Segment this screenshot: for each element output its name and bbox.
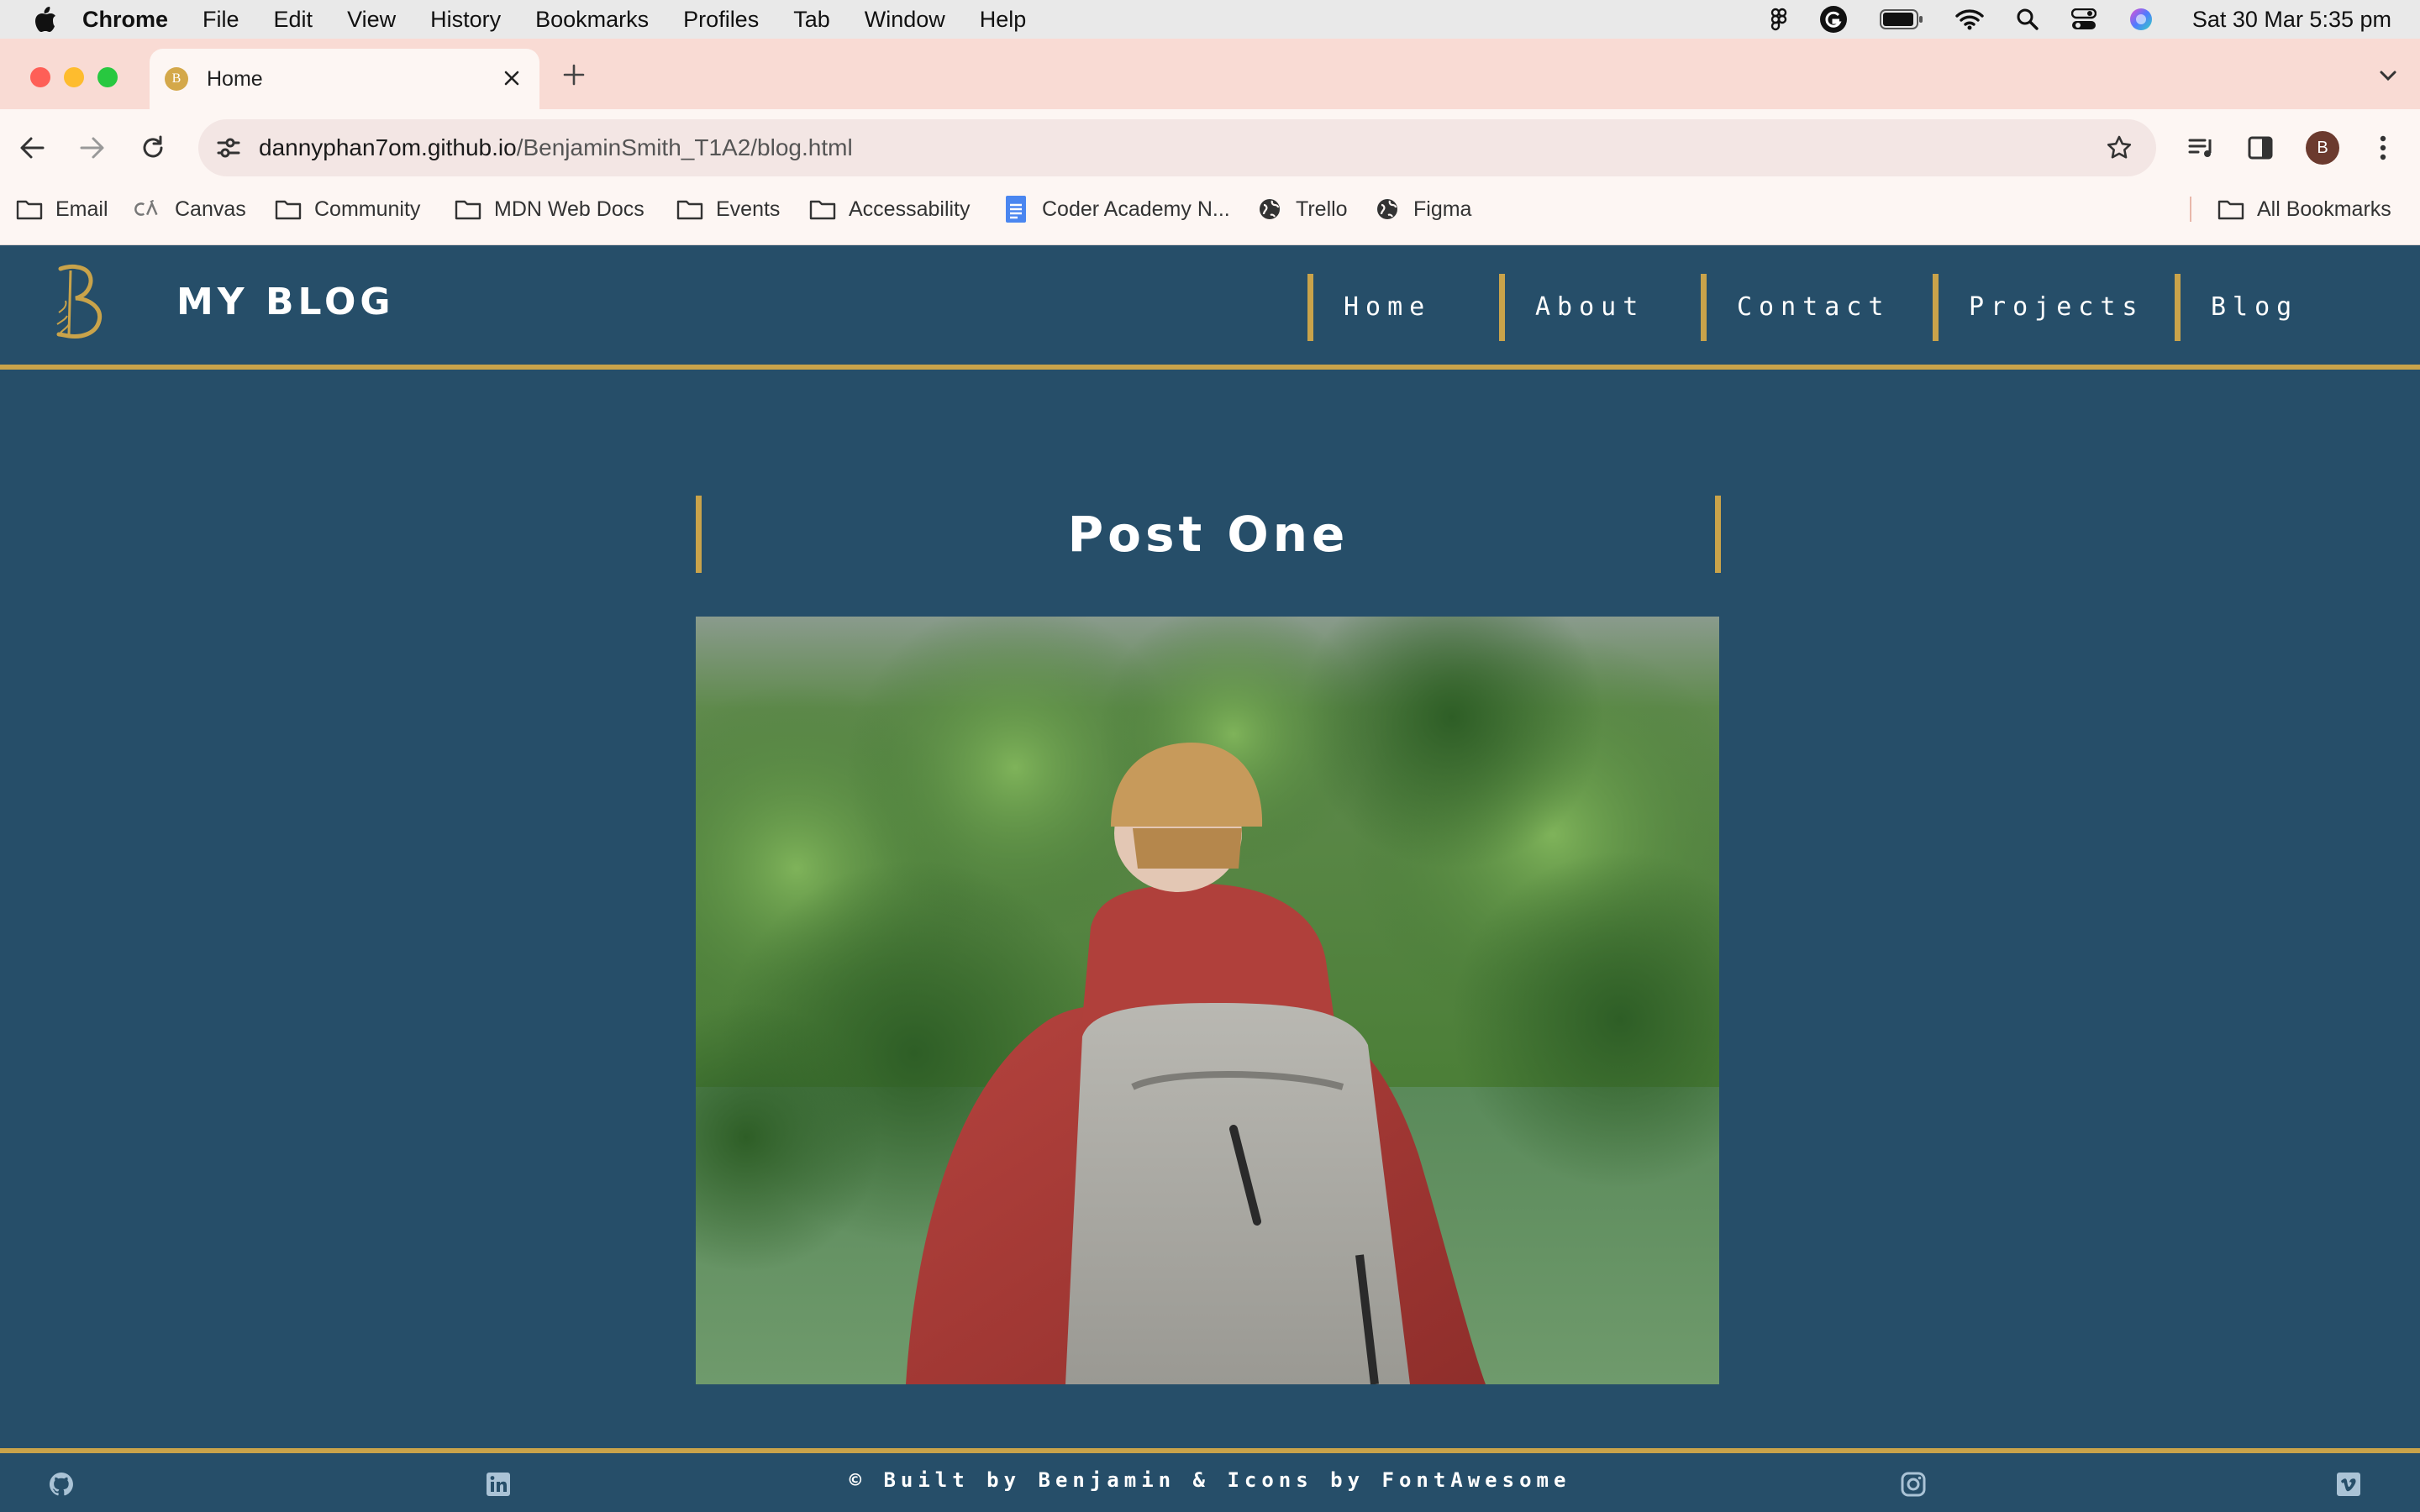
bookmarks-bar: Email Canvas Community MDN Web Docs Even… xyxy=(0,186,2420,245)
vimeo-icon[interactable] xyxy=(2334,1470,2363,1499)
menu-help[interactable]: Help xyxy=(980,7,1027,33)
site-title[interactable]: MY BLOG xyxy=(176,281,395,323)
macos-menu-bar: Chrome File Edit View History Bookmarks … xyxy=(0,0,2420,39)
window-zoom-button[interactable] xyxy=(97,67,118,87)
menu-edit[interactable]: Edit xyxy=(274,7,313,33)
reload-icon[interactable] xyxy=(134,129,171,166)
spotlight-search-icon[interactable] xyxy=(2016,0,2039,39)
menu-app-name[interactable]: Chrome xyxy=(82,7,168,33)
url-text: dannyphan7om.github.io/BenjaminSmith_T1A… xyxy=(259,119,853,176)
bookmark-coder-academy[interactable]: Coder Academy N... xyxy=(1002,186,1230,232)
wifi-icon[interactable] xyxy=(1955,0,1984,39)
url-host: dannyphan7om.github.io xyxy=(259,134,517,160)
site-favicon-icon: B xyxy=(165,67,188,91)
folder-icon xyxy=(454,197,482,222)
site-header: MY BLOG Home About Contact Projects Blog xyxy=(0,245,2420,370)
battery-icon[interactable] xyxy=(1879,0,1923,39)
nav-about[interactable]: About xyxy=(1499,274,1644,341)
bookmark-trello[interactable]: Trello xyxy=(1255,186,1348,232)
bookmark-mdn-web-docs[interactable]: MDN Web Docs xyxy=(454,186,644,232)
instagram-icon[interactable] xyxy=(1899,1470,1928,1499)
side-panel-icon[interactable] xyxy=(2242,129,2279,166)
site-footer: © Built by Benjamin & Icons by FontAweso… xyxy=(0,1448,2420,1512)
nav-projects[interactable]: Projects xyxy=(1933,274,2144,341)
folder-icon xyxy=(808,197,837,222)
post-title: Post One xyxy=(1067,506,1349,563)
menu-profiles[interactable]: Profiles xyxy=(683,7,759,33)
tab-home[interactable]: B Home xyxy=(150,49,539,109)
menu-window[interactable]: Window xyxy=(865,7,945,33)
menu-bookmarks[interactable]: Bookmarks xyxy=(535,7,649,33)
bookmarks-divider xyxy=(2190,197,2191,222)
menu-history[interactable]: History xyxy=(430,7,501,33)
back-arrow-icon[interactable] xyxy=(13,129,50,166)
bookmark-label: Canvas xyxy=(175,197,246,221)
bookmark-community[interactable]: Community xyxy=(274,186,420,232)
site-info-tune-icon[interactable] xyxy=(212,131,245,165)
address-bar[interactable]: dannyphan7om.github.io/BenjaminSmith_T1A… xyxy=(198,119,2156,176)
apple-icon[interactable] xyxy=(34,6,57,33)
post-photo xyxy=(696,617,1719,1384)
window-close-button[interactable] xyxy=(30,67,50,87)
menubar-clock[interactable]: Sat 30 Mar 5:35 pm xyxy=(2192,7,2391,33)
menu-tab[interactable]: Tab xyxy=(793,7,830,33)
folder-icon xyxy=(274,197,302,222)
bookmark-email[interactable]: Email xyxy=(15,186,108,232)
figma-icon[interactable] xyxy=(1770,0,1787,39)
footer-credits: © Built by Benjamin & Icons by FontAweso… xyxy=(849,1468,1571,1492)
tab-close-icon[interactable] xyxy=(499,66,524,91)
globe-icon xyxy=(1373,197,1402,222)
bookmark-label: Community xyxy=(314,197,421,221)
post-title-frame: Post One xyxy=(696,496,1721,573)
menu-view[interactable]: View xyxy=(347,7,396,33)
bookmark-star-icon[interactable] xyxy=(2102,131,2136,165)
bookmark-label: MDN Web Docs xyxy=(494,197,644,221)
bookmark-label: Figma xyxy=(1413,197,1472,221)
chrome-menu-kebab-icon[interactable] xyxy=(2365,129,2402,166)
window-minimize-button[interactable] xyxy=(64,67,84,87)
folder-icon xyxy=(676,197,704,222)
canvas-logo-icon xyxy=(134,197,163,222)
bookmark-label: Email xyxy=(55,197,108,221)
bookmark-figma[interactable]: Figma xyxy=(1373,186,1471,232)
bookmark-accessability[interactable]: Accessability xyxy=(808,186,971,232)
bookmark-canvas[interactable]: Canvas xyxy=(134,186,246,232)
tab-title: Home xyxy=(207,66,263,91)
new-tab-icon[interactable] xyxy=(558,59,590,91)
bookmark-label: Coder Academy N... xyxy=(1042,197,1230,221)
globe-icon xyxy=(1255,197,1284,222)
url-path: /BenjaminSmith_T1A2/blog.html xyxy=(516,134,853,160)
media-queue-icon[interactable] xyxy=(2183,129,2220,166)
bookmark-label: Accessability xyxy=(849,197,971,221)
hiker-photo-illustration xyxy=(696,617,1719,1384)
folder-icon xyxy=(15,197,44,222)
control-center-icon[interactable] xyxy=(2070,0,2096,39)
folder-icon xyxy=(2217,197,2245,222)
profile-avatar[interactable]: B xyxy=(2306,131,2339,165)
google-docs-icon xyxy=(1002,196,1030,223)
bookmark-all-bookmarks[interactable]: All Bookmarks xyxy=(2217,186,2391,232)
nav-contact[interactable]: Contact xyxy=(1701,274,1890,341)
forward-arrow-icon[interactable] xyxy=(74,129,111,166)
bookmark-label: Events xyxy=(716,197,781,221)
menu-file[interactable]: File xyxy=(203,7,239,33)
grammarly-icon[interactable] xyxy=(1819,0,1848,39)
siri-icon[interactable] xyxy=(2128,0,2154,39)
bookmark-label: All Bookmarks xyxy=(2257,197,2391,221)
site-logo-b-icon[interactable] xyxy=(52,262,111,343)
menubar-status-area: Sat 30 Mar 5:35 pm xyxy=(1739,0,2391,39)
bookmark-label: Trello xyxy=(1296,197,1348,221)
bookmark-events[interactable]: Events xyxy=(676,186,780,232)
tab-search-chevron-icon[interactable] xyxy=(2371,59,2405,92)
nav-blog[interactable]: Blog xyxy=(2175,274,2298,341)
nav-home[interactable]: Home xyxy=(1307,274,1431,341)
